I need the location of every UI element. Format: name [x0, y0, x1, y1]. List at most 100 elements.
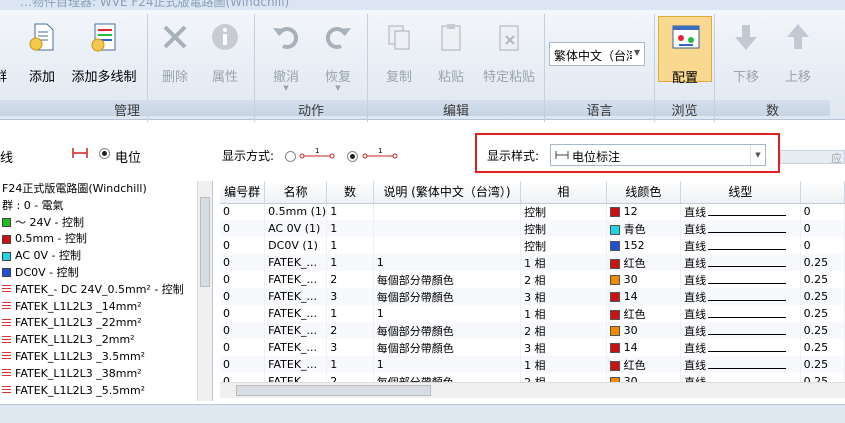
column-header[interactable]: 编号群 — [220, 181, 266, 204]
cell-line-type: 直线 — [680, 203, 801, 220]
line-type-label: 直线 — [684, 290, 707, 304]
cell-name: FATEK_... — [264, 305, 328, 322]
tree-item-label: ～ 24V - 控制 — [15, 215, 84, 229]
column-header[interactable]: 数 — [326, 181, 374, 204]
column-header[interactable] — [800, 181, 845, 204]
table-row[interactable]: 0 FATEK_... 1 1 1 相红色 直线 0.25 — [220, 305, 845, 322]
tree-item-label: FATEK_L1L2L3 _38mm² — [15, 366, 142, 380]
line-sample — [708, 294, 787, 301]
paste-button[interactable]: 粘贴 — [424, 16, 478, 88]
window-title-bar: …物件目理器: WVE F24正式版電路圖(Windchill) — [0, 0, 845, 10]
cell-phase: 3 相 — [520, 288, 607, 305]
redo-button[interactable]: 恢复 ▼ — [311, 16, 365, 92]
move-up-button[interactable]: 上移 — [771, 16, 825, 88]
tree-item[interactable]: FATEK_L1L2L3 _38mm² — [0, 366, 212, 383]
apply-button[interactable]: 应 — [780, 150, 845, 165]
tree-item[interactable]: F24正式版電路圖(Windchill) — [0, 181, 212, 198]
line-type-label: 直线 — [684, 324, 707, 338]
properties-button[interactable]: 属性 — [198, 16, 252, 88]
cell-count: 2 — [326, 322, 374, 339]
tree-item[interactable]: DC0V - 控制 — [0, 265, 212, 282]
tree-item[interactable]: FATEK_L1L2L3 _5.5mm² — [0, 383, 212, 400]
tree-item[interactable]: 群 : 0 - 電氣 — [0, 198, 212, 215]
tree-item-label: FATEK_L1L2L3 _2mm² — [15, 333, 135, 347]
cell-phase: 2 相 — [520, 271, 607, 288]
tree-item[interactable]: FATEK_L1L2L3 _3.5mm² — [0, 349, 212, 366]
cell-line-type: 直线 — [680, 322, 801, 339]
cell-phase: 3 相 — [520, 339, 607, 356]
cell-group: 0 — [220, 237, 266, 254]
cell-group: 0 — [220, 305, 266, 322]
tree-item[interactable]: 0.5mm - 控制 — [0, 231, 212, 248]
tree-item[interactable]: AC 0V - 控制 — [0, 248, 212, 265]
potential-label: 电位 — [115, 151, 142, 166]
table-row[interactable]: 0 FATEK_... 3 每個部分帶顏色 3 相 14 直线 0.25 — [220, 288, 845, 305]
paste-icon — [441, 24, 461, 51]
delete-x-icon — [163, 25, 187, 49]
color-swatch-icon — [609, 224, 620, 235]
cell-count: 1 — [326, 305, 374, 322]
cell-name: AC 0V (1) — [264, 220, 328, 237]
tree-item-label: FATEK_L1L2L3 _14mm² — [15, 299, 142, 313]
config-button[interactable]: 配置 — [658, 16, 712, 86]
column-header[interactable]: 线颜色 — [606, 181, 682, 204]
table-row[interactable]: 0FATEK_...2每個部分帶顏色2 相 30 直线 0.25 — [220, 322, 845, 339]
add-multi-wire-button[interactable]: 添加多线制 — [71, 16, 137, 88]
line-type-label: 直线 — [684, 222, 707, 236]
display-mode-label: 显示方式: — [222, 149, 275, 163]
language-select[interactable]: 繁体中文（台湾 ▼ — [549, 42, 645, 66]
table-row[interactable]: 0 FATEK_... 1 1 1 相红色 直线 0.25 — [220, 254, 845, 271]
tree-item[interactable]: ～ 24V - 控制 — [0, 215, 212, 232]
table-row[interactable]: 0FATEK_...2每個部分帶顏色2 相 30 直线 0.25 — [220, 271, 845, 288]
tree-vertical-scrollbar[interactable] — [197, 181, 212, 401]
tree-scroll-thumb[interactable] — [200, 197, 210, 287]
cell-group: 0 — [220, 220, 266, 237]
table-row[interactable]: 0 DC0V (1) 1 控制 152 直线 0 — [220, 237, 845, 254]
display-style-select[interactable]: 电位标注 ▼ — [550, 144, 766, 166]
cell-width: 0 — [800, 220, 845, 237]
grid-scroll-thumb[interactable] — [236, 385, 431, 396]
table-row[interactable]: 0 FATEK_... 1 1 1 相红色 直线 0.25 — [220, 356, 845, 373]
cell-wire-color: 12 — [606, 203, 682, 220]
display-style-label: 显示样式: — [487, 149, 540, 163]
color-swatch-icon — [609, 326, 620, 336]
potential-radio[interactable] — [99, 148, 110, 159]
color-swatch-icon — [609, 309, 620, 320]
table-row[interactable]: 0 0.5mm (1) 1 控制 12 直线 0 — [220, 203, 845, 220]
special-paste-button[interactable]: 特定粘贴 — [482, 16, 536, 88]
column-header[interactable]: 相 — [520, 181, 607, 204]
tree-item[interactable]: FATEK_- DC 24V_0.5mm² - 控制 — [0, 282, 212, 299]
add-button[interactable]: 添加 — [15, 16, 69, 88]
tree-item[interactable]: FATEK_L1L2L3 _2mm² — [0, 332, 212, 349]
grid-horizontal-scrollbar[interactable] — [220, 382, 845, 398]
tree-item-label: AC 0V - 控制 — [15, 249, 81, 263]
table-row[interactable]: 0 FATEK_... 3 每個部分帶顏色 3 相 14 直线 0.25 — [220, 339, 845, 356]
display-mode-radio-1[interactable] — [285, 151, 296, 162]
cell-group: 0 — [220, 271, 266, 288]
table-row[interactable]: 0 AC 0V (1) 1 控制 青色 直线 0 — [220, 220, 845, 237]
cell-description: 每個部分帶顏色 — [373, 288, 522, 305]
cell-description: 每個部分帶顏色 — [373, 271, 522, 288]
group-label-browse: 浏览 — [655, 100, 714, 119]
cell-description — [373, 237, 522, 254]
line-type-label: 直线 — [684, 273, 707, 287]
display-style-highlight: 显示样式: 电位标注 ▼ — [475, 133, 780, 173]
display-mode-1-icon: 1 — [299, 147, 335, 159]
redo-dropdown-icon[interactable]: ▼ — [311, 84, 365, 92]
arrow-down-icon — [735, 25, 757, 50]
tree-item[interactable]: FATEK_L1L2L3 _60mm² — [0, 399, 212, 401]
cell-count: 1 — [326, 237, 374, 254]
cell-name: FATEK_... — [264, 356, 328, 373]
display-mode-radio-2[interactable] — [347, 151, 358, 162]
tree-item[interactable]: FATEK_L1L2L3 _22mm² — [0, 315, 212, 332]
tree-item[interactable]: FATEK_L1L2L3 _14mm² — [0, 299, 212, 316]
column-header[interactable]: 名称 — [264, 181, 328, 204]
grid-header-row: 编号群 名称数说明 (繁体中文（台湾）) 相线颜色 线型 — [220, 181, 845, 204]
redo-icon — [325, 26, 351, 49]
display-mode-2-icon: 1 — [362, 147, 398, 159]
column-header[interactable]: 说明 (繁体中文（台湾）) — [373, 181, 522, 204]
cell-description: 1 — [373, 305, 522, 322]
column-header[interactable]: 线型 — [680, 181, 801, 204]
undo-dropdown-icon[interactable]: ▼ — [259, 84, 313, 92]
cell-description — [373, 220, 522, 237]
